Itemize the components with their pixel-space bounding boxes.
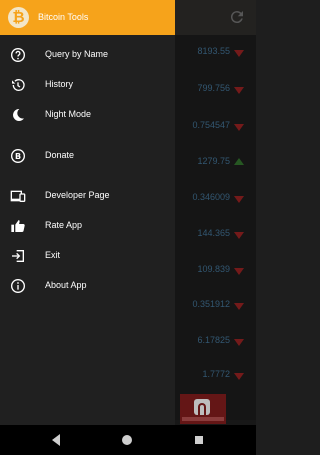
menu-item-night-mode[interactable]: Night Mode [0, 102, 175, 128]
menu-item-label: About App [45, 280, 87, 290]
drawer-scrim[interactable] [175, 0, 256, 425]
back-icon[interactable] [52, 434, 60, 446]
home-icon[interactable] [122, 435, 132, 445]
menu-item-label: Developer Page [45, 190, 110, 200]
bitcoin-logo-icon: ₿ [8, 7, 29, 28]
info-icon [11, 279, 25, 293]
menu-item-label: Exit [45, 250, 61, 260]
thumb-up-icon [11, 220, 25, 232]
exit-icon [12, 250, 24, 262]
bitcoin-icon: B [11, 149, 25, 163]
menu-item-label: History [45, 79, 74, 89]
menu-item-label: Query by Name [45, 49, 109, 59]
menu-item-label: Rate App [45, 220, 83, 230]
devices-icon [10, 190, 26, 202]
svg-text:B: B [15, 152, 21, 161]
menu-item-label: Donate [45, 150, 75, 160]
help-circle-icon [11, 48, 25, 62]
recents-icon[interactable] [195, 436, 203, 444]
moon-icon [13, 108, 24, 121]
menu-item-developer-page[interactable]: Developer Page [0, 183, 175, 209]
menu-item-donate[interactable]: B Donate [0, 143, 175, 169]
drawer-header: ₿ Bitcoin Tools [0, 0, 175, 35]
history-icon [12, 79, 25, 91]
system-nav-bar [0, 425, 256, 455]
menu-item-about-app[interactable]: About App [0, 273, 175, 299]
menu-item-rate-app[interactable]: Rate App [0, 213, 175, 239]
menu-item-query-by-name[interactable]: Query by Name [0, 42, 175, 68]
menu-item-exit[interactable]: Exit [0, 243, 175, 269]
menu-item-history[interactable]: History [0, 72, 175, 98]
menu-item-label: Night Mode [45, 109, 92, 119]
navigation-drawer: ₿ Bitcoin Tools Query by Name History Ni… [0, 0, 175, 425]
drawer-title: Bitcoin Tools [38, 12, 89, 22]
